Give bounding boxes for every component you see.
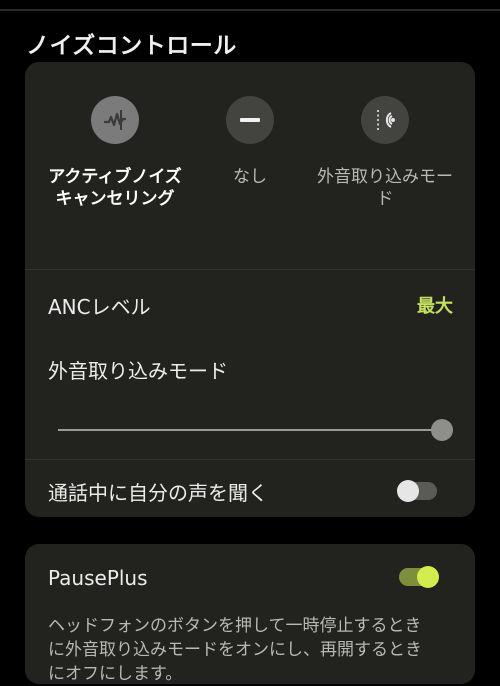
toggle-knob [417, 566, 439, 588]
mode-ambient[interactable]: 外音取り込みモード [310, 96, 460, 210]
slider-thumb[interactable] [431, 419, 453, 441]
toggle-knob [397, 480, 419, 502]
hear-own-voice-toggle[interactable] [397, 480, 437, 502]
noise-mode-selector: アクティブノイズキャンセリング なし 外音取り込みモード [25, 96, 475, 296]
mode-off-label: なし [233, 167, 267, 187]
mode-off[interactable]: なし [175, 96, 325, 188]
minus-icon[interactable] [226, 96, 274, 144]
mode-anc[interactable]: アクティブノイズキャンセリング [40, 96, 190, 210]
mode-anc-label: アクティブノイズキャンセリング [48, 167, 182, 209]
anc-level-value[interactable]: 最大 [417, 292, 453, 318]
noise-control-card: アクティブノイズキャンセリング なし 外音取り込みモード ANCレベル 最大 外… [25, 62, 475, 517]
ambient-mode-label: 外音取り込みモード [48, 359, 228, 383]
ambient-level-slider[interactable] [58, 418, 453, 442]
top-divider [0, 9, 500, 11]
anc-level-label: ANCレベル [48, 295, 151, 319]
section-title: ノイズコントロール [26, 33, 237, 59]
pause-plus-toggle[interactable] [399, 566, 439, 588]
pause-plus-label: PausePlus [48, 566, 148, 590]
slider-track[interactable] [58, 429, 443, 431]
anc-waveform-icon[interactable] [91, 96, 139, 144]
card-divider [25, 269, 475, 270]
mode-ambient-label: 外音取り込みモード [317, 167, 453, 209]
pause-plus-description: ヘッドフォンのボタンを押して一時停止するときに外音取り込みモードをオンにし、再開… [48, 616, 422, 684]
hear-own-voice-label: 通話中に自分の声を聞く [48, 481, 268, 505]
pause-plus-card: PausePlus ヘッドフォンのボタンを押して一時停止するときに外音取り込みモ… [25, 544, 475, 684]
card-divider [25, 459, 475, 460]
ambient-sound-icon[interactable] [361, 96, 409, 144]
